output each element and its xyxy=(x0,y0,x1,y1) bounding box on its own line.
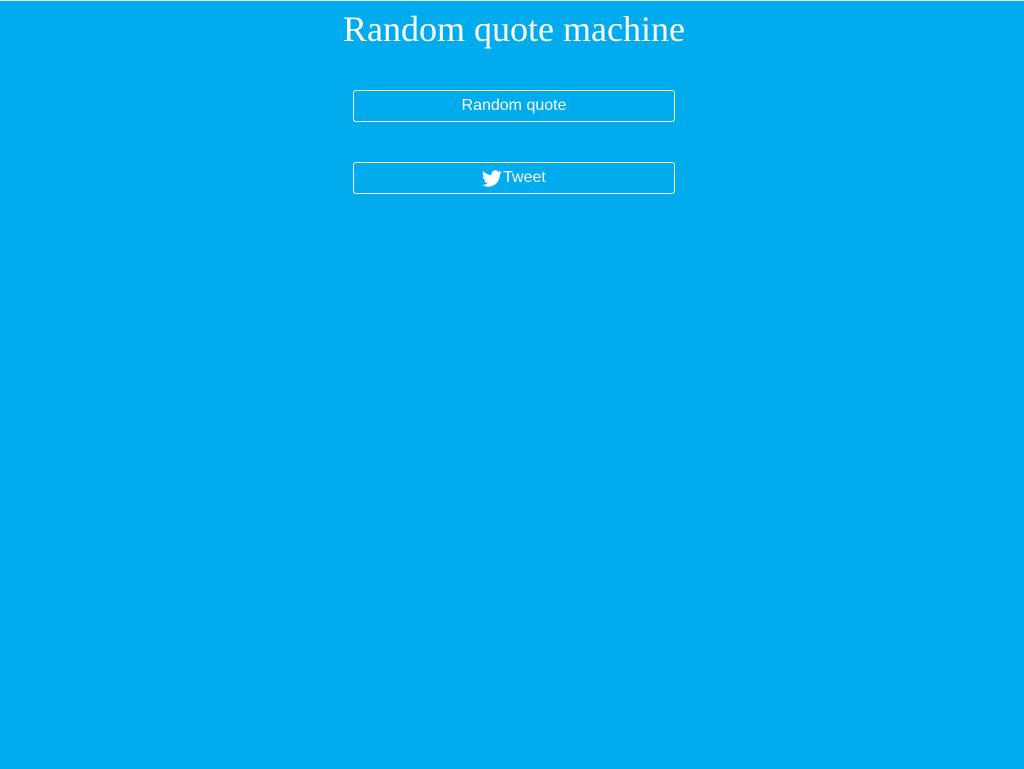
tweet-button[interactable]: Tweet xyxy=(353,162,675,194)
random-quote-button[interactable]: Random quote xyxy=(353,90,675,122)
random-quote-label: Random quote xyxy=(461,97,567,114)
tweet-label: Tweet xyxy=(503,169,546,186)
quote-machine-page: Random quote machine Random quote Tweet xyxy=(0,0,1024,769)
twitter-bird-icon xyxy=(482,170,502,187)
page-title: Random quote machine xyxy=(343,9,685,49)
